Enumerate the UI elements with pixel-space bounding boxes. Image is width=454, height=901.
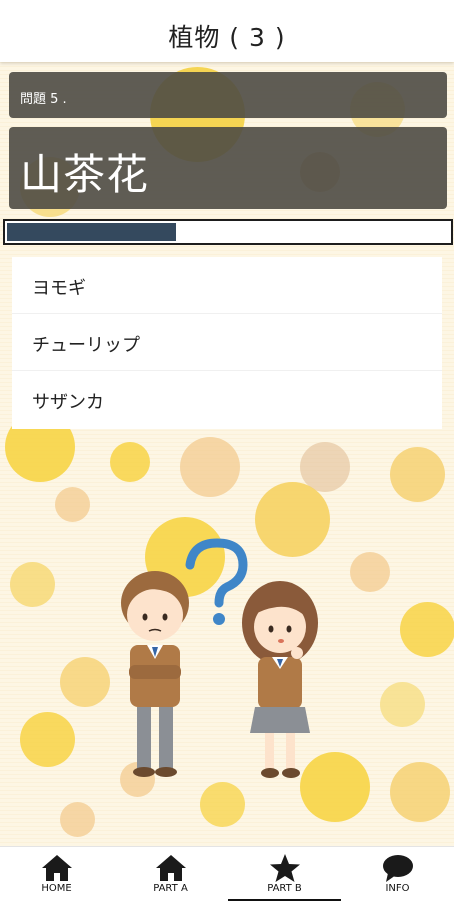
answer-choice-2[interactable]: チューリップ (12, 314, 442, 371)
tab-home[interactable]: HOME (0, 847, 113, 901)
star-icon (269, 854, 300, 882)
question-word: 山茶花 (20, 150, 150, 199)
answer-choice-3[interactable]: サザンカ (12, 371, 442, 429)
page-title: 植物 ( 3 ) (168, 23, 286, 52)
timer-progress-fill (7, 223, 177, 241)
answer-choice-1[interactable]: ヨモギ (12, 257, 442, 314)
answer-choice-label: チューリップ (32, 335, 140, 356)
answer-choice-label: サザンカ (32, 392, 104, 413)
app-header: 植物 ( 3 ) (0, 0, 454, 62)
question-number-panel: 問題 5 . (9, 72, 447, 118)
bottom-tab-bar: HOME PART A PART B INFO (0, 846, 454, 901)
tab-part-b[interactable]: PART B (228, 847, 341, 901)
tab-part-b-label: PART B (267, 883, 302, 894)
tab-part-a-label: PART A (153, 883, 188, 894)
answer-choice-list: ヨモギ チューリップ サザンカ (12, 257, 442, 429)
question-word-panel: 山茶花 (9, 127, 447, 209)
home-icon (41, 855, 72, 881)
chat-bubble-icon (382, 855, 413, 882)
home-icon (155, 855, 186, 881)
tab-home-label: HOME (41, 883, 72, 894)
tab-info[interactable]: INFO (341, 847, 454, 901)
question-number-label: 問題 5 . (20, 92, 67, 107)
tab-part-a[interactable]: PART A (114, 847, 227, 901)
answer-choice-label: ヨモギ (32, 278, 86, 299)
puzzled-students-illustration (95, 535, 340, 785)
timer-progress-bar (3, 219, 453, 245)
tab-info-label: INFO (385, 883, 410, 894)
